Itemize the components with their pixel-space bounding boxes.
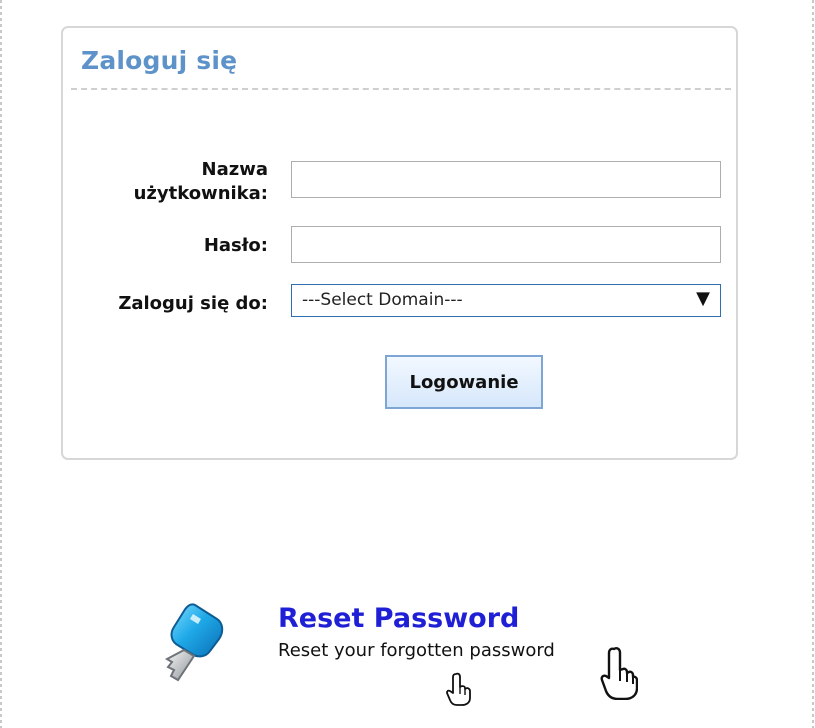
username-input[interactable] bbox=[291, 161, 721, 198]
password-input[interactable] bbox=[291, 226, 721, 263]
domain-select[interactable]: ---Select Domain--- ▼ bbox=[291, 284, 721, 317]
domain-label: Zaloguj się do: bbox=[118, 293, 268, 314]
left-border bbox=[0, 0, 2, 728]
hand-pointer-icon bbox=[600, 647, 638, 700]
username-label: Nazwa użytkownika: bbox=[134, 158, 268, 206]
login-page: Zaloguj się Nazwa użytkownika: Hasło: Za… bbox=[0, 0, 815, 728]
right-border bbox=[812, 0, 814, 728]
username-label-line1: Nazwa bbox=[201, 159, 268, 180]
password-label: Hasło: bbox=[203, 235, 268, 256]
reset-password-section: Reset Password Reset your forgotten pass… bbox=[160, 588, 680, 708]
domain-selected-value: ---Select Domain--- bbox=[302, 290, 463, 310]
dropdown-arrow-icon: ▼ bbox=[696, 288, 710, 309]
username-label-line2: użytkownika: bbox=[133, 183, 268, 204]
key-icon bbox=[164, 603, 224, 682]
login-button[interactable]: Logowanie bbox=[385, 355, 543, 409]
hand-pointer-icon-small bbox=[446, 672, 471, 706]
login-panel: Zaloguj się Nazwa użytkownika: Hasło: Za… bbox=[61, 26, 738, 460]
login-title: Zaloguj się bbox=[81, 46, 238, 75]
reset-password-description: Reset your forgotten password bbox=[278, 640, 555, 661]
reset-password-link[interactable]: Reset Password bbox=[278, 603, 519, 634]
title-divider bbox=[71, 88, 731, 90]
